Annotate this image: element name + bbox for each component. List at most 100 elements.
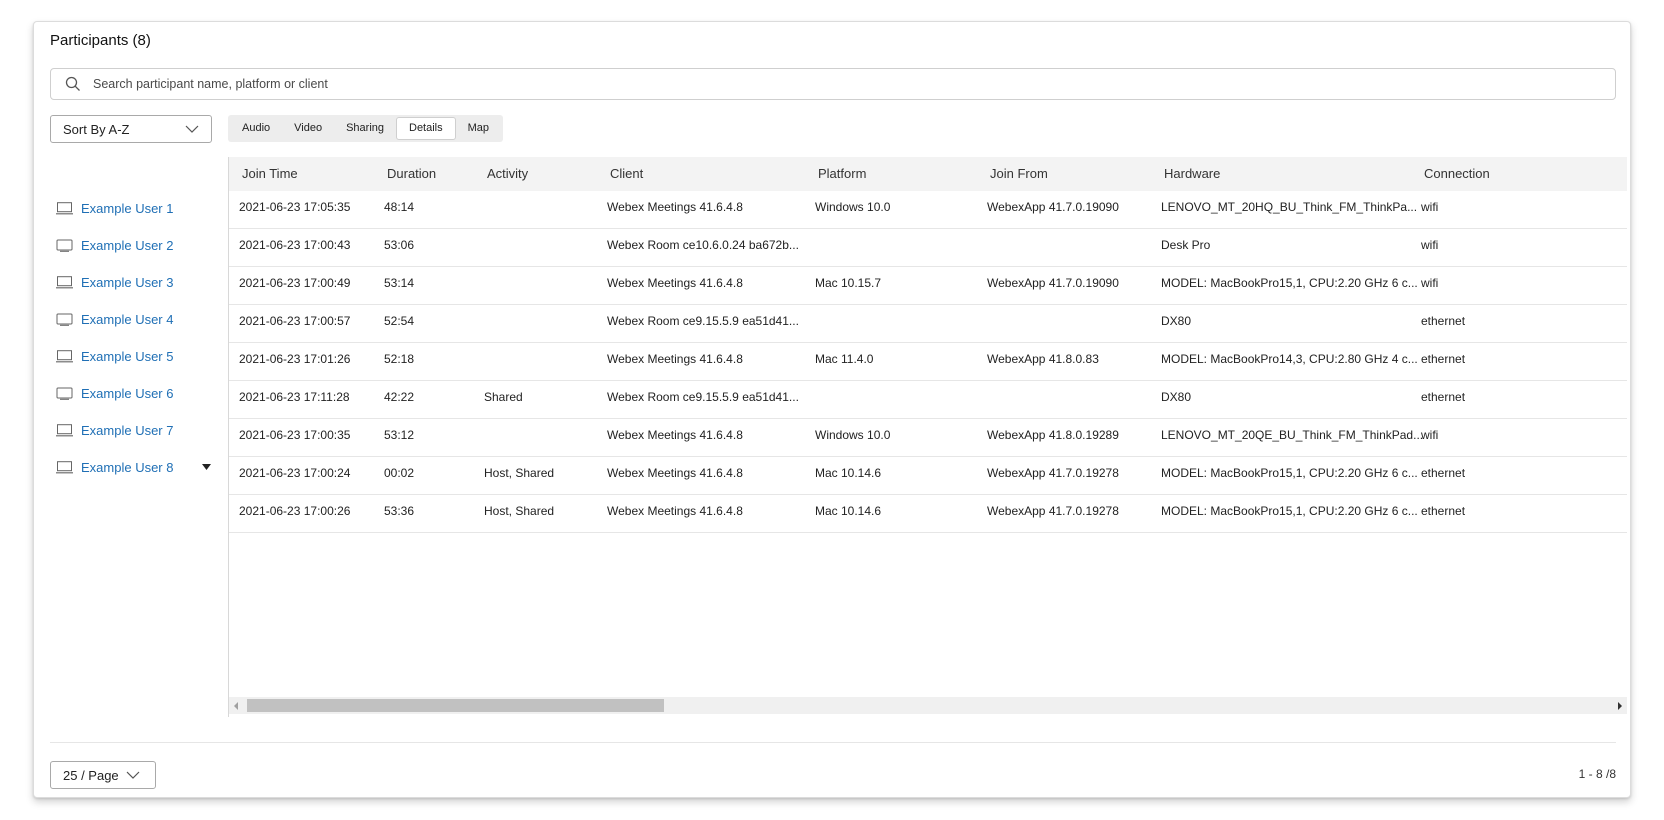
table-cell: Mac 10.15.7 <box>815 276 882 290</box>
view-tabs: Audio Video Sharing Details Map <box>228 115 504 142</box>
table-cell: 53:06 <box>384 238 415 252</box>
room-device-icon <box>56 387 73 400</box>
column-header[interactable]: Activity <box>487 166 528 181</box>
table-row: 2021-06-23 17:11:28 42:22 Shared Webex Room… <box>229 381 1627 419</box>
pagination-info: 1 - 8 /8 <box>1578 767 1616 781</box>
table-cell: WebexApp 41.7.0.19090 <box>987 276 1119 290</box>
table-cell: WebexApp 41.7.0.19278 <box>987 466 1119 480</box>
search-box[interactable] <box>50 68 1616 100</box>
table-cell: ethernet <box>1421 504 1466 518</box>
participant-item[interactable]: Example User 2 <box>56 227 206 264</box>
participant-name: Example User 2 <box>81 238 174 253</box>
table-cell: ethernet <box>1421 390 1466 404</box>
participant-item[interactable]: Example User 7 <box>56 412 206 449</box>
table-row: 2021-06-23 17:00:24 00:02 Host, Shared Webe… <box>229 457 1627 495</box>
table-cell: Webex Room ce10.6.0.24 ba672b... <box>607 238 799 252</box>
participant-name: Example User 3 <box>81 275 174 290</box>
tab-sharing[interactable]: Sharing <box>334 117 396 140</box>
tab-audio[interactable]: Audio <box>230 117 282 140</box>
table-cell: 2021-06-23 17:00:26 <box>239 504 351 518</box>
table-cell: MODEL: MacBookPro15,1, CPU:2.20 GHz 6 c.… <box>1161 466 1418 480</box>
page-size-dropdown[interactable]: 25 / Page <box>50 761 156 789</box>
table-cell: wifi <box>1421 428 1439 442</box>
table-row: 2021-06-23 17:01:26 52:18 Webex Meetings 4… <box>229 343 1627 381</box>
participant-item[interactable]: Example User 4 <box>56 301 206 338</box>
participant-name: Example User 6 <box>81 386 174 401</box>
details-table: Join Time Duration Activity Client Platform J… <box>228 157 1627 717</box>
tab-video[interactable]: Video <box>282 117 334 140</box>
table-cell: 2021-06-23 17:01:26 <box>239 352 351 366</box>
column-header[interactable]: Join From <box>990 166 1048 181</box>
chevron-down-icon <box>185 125 199 133</box>
panel-title: Participants (8) <box>50 32 151 49</box>
column-header[interactable]: Platform <box>818 166 866 181</box>
table-cell: DX80 <box>1161 390 1192 404</box>
laptop-icon <box>56 350 73 363</box>
column-header[interactable]: Duration <box>387 166 436 181</box>
scrollbar-thumb[interactable] <box>247 699 664 712</box>
table-cell: WebexApp 41.7.0.19090 <box>987 200 1119 214</box>
caret-down-icon[interactable] <box>202 464 211 470</box>
sort-dropdown[interactable]: Sort By A-Z <box>50 115 212 143</box>
table-cell: 00:02 <box>384 466 415 480</box>
table-cell: 2021-06-23 17:00:24 <box>239 466 351 480</box>
table-row: 2021-06-23 17:00:26 53:36 Host, Shared Webe… <box>229 495 1627 533</box>
table-header: Join Time Duration Activity Client Platform J… <box>229 157 1627 191</box>
participant-name: Example User 5 <box>81 349 174 364</box>
tab-details[interactable]: Details <box>396 117 456 140</box>
table-cell: ethernet <box>1421 466 1466 480</box>
column-header[interactable]: Hardware <box>1164 166 1220 181</box>
table-cell: DX80 <box>1161 314 1192 328</box>
column-header[interactable]: Join Time <box>242 166 298 181</box>
table-cell: 2021-06-23 17:00:43 <box>239 238 351 252</box>
participant-item[interactable]: Example User 3 <box>56 264 206 301</box>
table-cell: Webex Room ce9.15.5.9 ea51d41... <box>607 314 799 328</box>
table-cell: Host, Shared <box>484 466 555 480</box>
scroll-left-icon[interactable] <box>234 702 238 710</box>
table-cell: MODEL: MacBookPro15,1, CPU:2.20 GHz 6 c.… <box>1161 504 1418 518</box>
table-cell: Desk Pro <box>1161 238 1211 252</box>
scroll-right-icon[interactable] <box>1618 702 1622 710</box>
column-header[interactable]: Connection <box>1424 166 1490 181</box>
table-row: 2021-06-23 17:00:57 52:54 Webex Room ce9.1… <box>229 305 1627 343</box>
laptop-icon <box>56 424 73 437</box>
table-row: 2021-06-23 17:00:49 53:14 Webex Meetings 4… <box>229 267 1627 305</box>
table-cell: 53:14 <box>384 276 415 290</box>
participant-list: Example User 1 Example User 2 Example User… <box>56 190 211 486</box>
laptop-icon <box>56 202 73 215</box>
table-cell: 2021-06-23 17:00:49 <box>239 276 351 290</box>
table-cell: LENOVO_MT_20QE_BU_Think_FM_ThinkPad... <box>1161 428 1424 442</box>
column-header[interactable]: Client <box>610 166 643 181</box>
participant-item[interactable]: Example User 5 <box>56 338 206 375</box>
participant-item[interactable]: Example User 6 <box>56 375 206 412</box>
search-icon <box>65 76 80 91</box>
table-cell: ethernet <box>1421 352 1466 366</box>
footer-divider <box>50 742 1616 743</box>
table-cell: 42:22 <box>384 390 415 404</box>
table-cell: 2021-06-23 17:00:35 <box>239 428 351 442</box>
participant-item[interactable]: Example User 8 <box>56 449 211 486</box>
tab-map[interactable]: Map <box>456 117 501 140</box>
table-row: 2021-06-23 17:00:43 53:06 Webex Room ce10.… <box>229 229 1627 267</box>
chevron-down-icon <box>126 771 140 779</box>
table-cell: Mac 10.14.6 <box>815 504 882 518</box>
search-input[interactable] <box>91 76 1595 92</box>
table-cell: wifi <box>1421 200 1439 214</box>
table-cell: Webex Meetings 41.6.4.8 <box>607 276 743 290</box>
participant-item[interactable]: Example User 1 <box>56 190 206 227</box>
page-size-label: 25 / Page <box>63 767 119 783</box>
table-cell: 52:18 <box>384 352 415 366</box>
table-cell: wifi <box>1421 238 1439 252</box>
horizontal-scrollbar[interactable] <box>229 697 1627 714</box>
table-cell: Webex Meetings 41.6.4.8 <box>607 352 743 366</box>
table-cell: Windows 10.0 <box>815 428 891 442</box>
table-cell: Webex Meetings 41.6.4.8 <box>607 466 743 480</box>
table-cell: Webex Meetings 41.6.4.8 <box>607 428 743 442</box>
table-cell: 2021-06-23 17:00:57 <box>239 314 351 328</box>
table-cell: 53:36 <box>384 504 415 518</box>
participant-name: Example User 7 <box>81 423 174 438</box>
room-device-icon <box>56 239 73 252</box>
table-cell: Webex Meetings 41.6.4.8 <box>607 504 743 518</box>
room-device-icon <box>56 313 73 326</box>
table-cell: WebexApp 41.8.0.83 <box>987 352 1099 366</box>
